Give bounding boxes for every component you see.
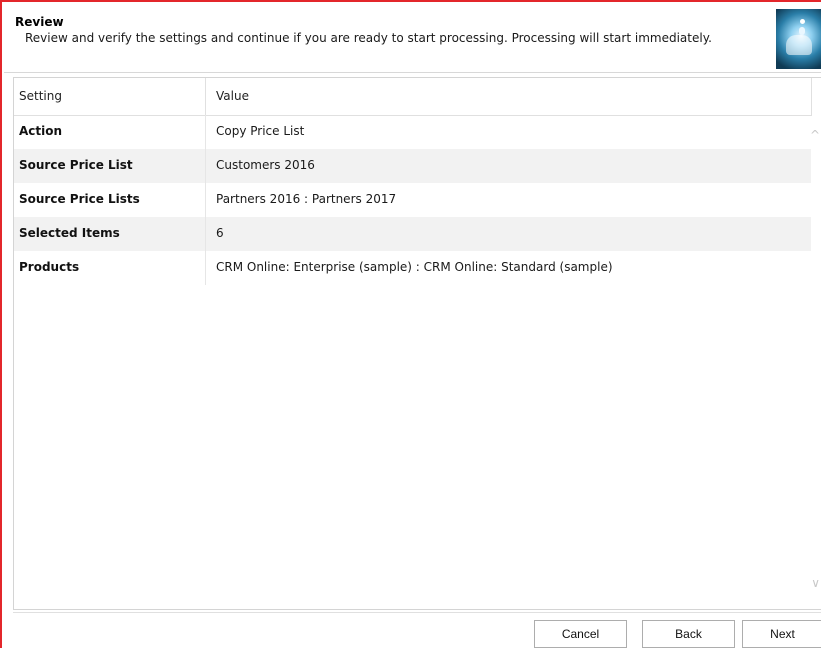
table-row[interactable]: Selected Items 6 <box>14 217 811 251</box>
value-cell: 6 <box>216 226 224 240</box>
cell-divider <box>205 183 206 217</box>
setting-cell: Source Price Lists <box>19 192 140 206</box>
wizard-window: Review Review and verify the settings an… <box>0 0 821 648</box>
column-header-setting[interactable]: Setting <box>19 89 62 103</box>
back-button[interactable]: Back <box>642 620 735 648</box>
page-description: Review and verify the settings and conti… <box>25 31 712 45</box>
table-row[interactable]: Source Price List Customers 2016 <box>14 149 811 183</box>
cell-divider <box>205 251 206 285</box>
setting-cell: Products <box>19 260 80 274</box>
scroll-down-icon[interactable]: ∨ <box>811 576 820 590</box>
column-header-value[interactable]: Value <box>216 89 249 103</box>
cell-divider <box>205 149 206 183</box>
cell-divider <box>205 217 206 251</box>
value-cell: Customers 2016 <box>216 158 315 172</box>
hand-icon <box>786 35 812 55</box>
grid-header-row: Setting Value <box>14 78 812 116</box>
scroll-up-icon[interactable]: ^ <box>810 128 820 142</box>
settings-grid[interactable]: Setting Value Action Copy Price List Sou… <box>13 77 821 610</box>
table-row[interactable]: Action Copy Price List <box>14 115 811 149</box>
cell-divider <box>205 115 206 149</box>
wizard-header: Review Review and verify the settings an… <box>4 4 821 73</box>
table-row[interactable]: Products CRM Online: Enterprise (sample)… <box>14 251 811 285</box>
value-cell: CRM Online: Enterprise (sample) : CRM On… <box>216 260 613 274</box>
footer-divider <box>13 612 821 613</box>
column-divider <box>205 78 206 115</box>
column-divider <box>811 78 812 115</box>
image-glow-figure <box>799 27 805 35</box>
next-button[interactable]: Next <box>742 620 821 648</box>
value-cell: Partners 2016 : Partners 2017 <box>216 192 397 206</box>
value-cell: Copy Price List <box>216 124 305 138</box>
setting-cell: Selected Items <box>19 226 120 240</box>
cancel-button[interactable]: Cancel <box>534 620 627 648</box>
setting-cell: Action <box>19 124 63 138</box>
image-glow-dot <box>800 19 805 24</box>
wizard-banner-image <box>776 9 821 69</box>
table-row[interactable]: Source Price Lists Partners 2016 : Partn… <box>14 183 811 217</box>
page-title: Review <box>15 15 64 29</box>
setting-cell: Source Price List <box>19 158 133 172</box>
